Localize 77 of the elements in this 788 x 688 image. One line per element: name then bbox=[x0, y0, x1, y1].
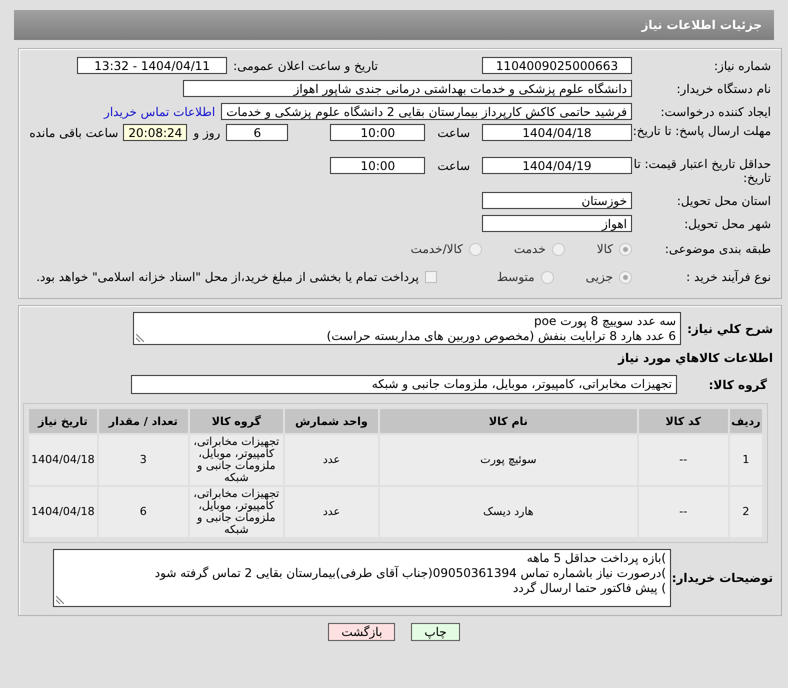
table-cell: عدد bbox=[284, 487, 378, 537]
table-cell: -- bbox=[638, 435, 728, 485]
radio-button[interactable] bbox=[619, 242, 632, 256]
table-cell: تجهیزات مخابراتی، کامپیوتر، موبایل، ملزومات جانبی و شبکه bbox=[190, 435, 283, 485]
table-cell: عدد bbox=[284, 435, 378, 485]
field-label: گروه کالا: bbox=[708, 378, 768, 392]
column-header: گروه کالا bbox=[190, 409, 283, 433]
column-header: ردیف bbox=[730, 409, 762, 433]
contact-link[interactable]: اطلاعات تماس خریدار bbox=[104, 104, 216, 118]
table-cell: هارد دیسک bbox=[380, 487, 637, 537]
radio-button[interactable] bbox=[468, 242, 482, 256]
notes-field[interactable]: )بازه پرداخت حداقل 5 ماهه )درصورت نیاز باشماره تماس 09050361394(جناب آقای طرفی)بیمارستان بقایی 2 تماس گرفته شود ) پیش فاکتور حتما ارسال گردد bbox=[53, 549, 671, 607]
field-label: ساعت bbox=[437, 159, 470, 173]
table-cell: 1 bbox=[730, 435, 762, 485]
field-label: نوع فرآیند خرید : bbox=[685, 270, 771, 284]
notes-line: ) پیش فاکتور حتما ارسال گردد bbox=[513, 581, 666, 596]
field-label: شماره نیاز: bbox=[713, 58, 771, 72]
radio-button[interactable] bbox=[619, 270, 632, 284]
table-cell: 2 bbox=[730, 487, 762, 537]
description-line: 6 عدد هارد 8 ترابایت بنفش (مخصوص دوربین های مداربسته حراست) bbox=[326, 329, 676, 344]
field-label: شهر محل تحویل: bbox=[683, 216, 771, 230]
table-cell: 6 bbox=[98, 487, 188, 537]
radio-label: کالا bbox=[596, 242, 613, 256]
resize-grip-icon[interactable] bbox=[56, 596, 64, 604]
radio-button[interactable] bbox=[540, 270, 554, 284]
field-label: طبقه بندی موضوعی: bbox=[664, 242, 771, 256]
page-title-bar: جزئیات اطلاعات نیاز bbox=[14, 10, 774, 40]
radio-label: کالا/خدمت bbox=[410, 242, 463, 256]
text-field[interactable]: 1104009025000663 bbox=[482, 57, 632, 74]
field-label: ساعت باقی مانده bbox=[29, 126, 118, 140]
table-cell: تجهیزات مخابراتی، کامپیوتر، موبایل، ملزومات جانبی و شبکه bbox=[190, 487, 283, 537]
description-field[interactable]: سه عدد سوییچ 8 پورت poe 6 عدد هارد 8 ترابایت بنفش (مخصوص دوربین های مداربسته حراست) bbox=[133, 312, 681, 345]
table-cell: 3 bbox=[98, 435, 188, 485]
field-label: توضیحات خریدار: bbox=[671, 571, 773, 585]
radio-label: خدمت bbox=[514, 242, 546, 256]
text-field[interactable]: دانشگاه علوم پزشکی و خدمات بهداشتی درمانی جندی شاپور اهواز bbox=[183, 80, 632, 97]
radio-label: متوسط bbox=[496, 270, 535, 284]
field-label: استان محل تحویل: bbox=[676, 194, 771, 208]
resize-grip-icon[interactable] bbox=[136, 334, 144, 342]
print-button[interactable]: چاپ bbox=[411, 623, 460, 641]
column-header: تعداد / مقدار bbox=[98, 409, 188, 433]
radio-label: جزیی bbox=[586, 270, 613, 284]
text-field[interactable]: تجهیزات مخابراتی، کامپیوتر، موبایل، ملزومات جانبی و شبکه bbox=[131, 375, 677, 394]
text-field[interactable]: 1404/04/19 bbox=[482, 157, 632, 174]
field-label: ایجاد کننده درخواست: bbox=[659, 104, 771, 118]
back-button[interactable]: بازگشت bbox=[328, 623, 396, 641]
text-field[interactable]: 1404/04/11 - 13:32 bbox=[77, 57, 228, 74]
text-field[interactable]: 20:08:24 bbox=[123, 124, 188, 141]
text-field[interactable]: 6 bbox=[226, 124, 288, 141]
column-header: نام کالا bbox=[380, 409, 637, 433]
text-field[interactable]: 10:00 bbox=[330, 157, 426, 174]
field-label: روز و bbox=[193, 126, 220, 140]
payment-note: پرداخت تمام یا بخشی از مبلغ خرید،از محل "اسناد خزانه اسلامی" خواهد بود. bbox=[36, 270, 419, 284]
table-cell: سوئیچ پورت bbox=[380, 435, 637, 485]
field-label: حداقل تاریخ اعتبار قیمت: تا تاریخ: bbox=[632, 157, 771, 185]
text-field[interactable]: فرشید حاتمی کاکش کارپرداز بیمارستان بقایی 2 دانشگاه علوم پزشکی و خدمات bbox=[221, 103, 632, 120]
text-field[interactable]: خوزستان bbox=[482, 192, 632, 209]
field-label: شرح کلي نياز: bbox=[686, 322, 773, 336]
field-label: مهلت ارسال پاسخ: تا تاریخ: bbox=[632, 124, 771, 138]
text-field[interactable]: اهواز bbox=[482, 215, 632, 232]
field-label: تاریخ و ساعت اعلان عمومی: bbox=[233, 58, 378, 72]
field-label: نام دستگاه خریدار: bbox=[676, 82, 771, 96]
radio-button[interactable] bbox=[552, 242, 565, 256]
notes-line: )بازه پرداخت حداقل 5 ماهه bbox=[526, 551, 666, 566]
column-header: واحد شمارش bbox=[284, 409, 378, 433]
notes-line: )درصورت نیاز باشماره تماس 09050361394(جناب آقای طرفی)بیمارستان بقایی 2 تماس گرفته شود bbox=[154, 566, 666, 581]
field-label: ساعت bbox=[437, 126, 470, 140]
checkbox[interactable] bbox=[424, 271, 437, 283]
table-cell: -- bbox=[638, 487, 728, 537]
table-cell: 1404/04/18 bbox=[29, 435, 97, 485]
column-header: تاریخ نیاز bbox=[29, 409, 97, 433]
section-heading: اطلاعات كالاهاي مورد نياز bbox=[618, 350, 773, 364]
column-header: کد کالا bbox=[638, 409, 728, 433]
text-field[interactable]: 10:00 bbox=[330, 124, 426, 141]
table-cell: 1404/04/18 bbox=[29, 487, 97, 537]
text-field[interactable]: 1404/04/18 bbox=[482, 124, 632, 141]
description-line: سه عدد سوییچ 8 پورت poe bbox=[534, 314, 676, 329]
